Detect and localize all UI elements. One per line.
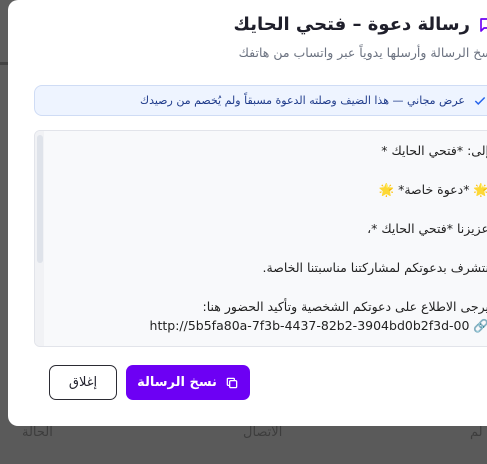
message-link[interactable]: http://5b5fa80a-7f3b-4437-82b2-3904bd0b2… — [49, 316, 487, 335]
message-scrollbar-thumb[interactable] — [37, 135, 43, 263]
close-button-label: إغلاق — [68, 375, 98, 390]
message-scrollbar[interactable] — [35, 131, 44, 346]
dialog-header: رسالة دعوة – فتحي الحايك — [233, 14, 487, 35]
message-line-recipient: إلى: *فتحي الحايك * — [381, 143, 487, 158]
message-preview[interactable]: إلى: *فتحي الحايك * 🌟 *دعوة خاصة* 🌟 عزيز… — [34, 130, 487, 347]
background-column-status: الحالة — [22, 425, 53, 440]
background-column-contact: الاتصال — [243, 425, 283, 440]
dialog-subtitle: نسخ الرسالة وأرسلها يدوياً عبر واتساب من… — [238, 45, 487, 60]
copy-icon — [226, 377, 238, 388]
link-icon: 🔗 — [473, 318, 487, 333]
message-line-heading: 🌟 *دعوة خاصة* 🌟 — [378, 182, 487, 197]
message-icon — [480, 17, 487, 32]
invite-url[interactable]: http://5b5fa80a-7f3b-4437-82b2-3904bd0b2… — [150, 318, 470, 333]
background-column-name: لم — [470, 425, 483, 440]
message-line-instructions: يرجى الاطلاع على دعوتكم الشخصية وتأكيد ا… — [202, 299, 487, 314]
free-view-notice: عرض مجاني — هذا الضيف وصلته الدعوة مسبقا… — [34, 85, 487, 116]
message-body: إلى: *فتحي الحايك * 🌟 *دعوة خاصة* 🌟 عزيز… — [49, 141, 487, 335]
copy-button-label: نسخ الرسالة — [137, 375, 217, 390]
message-line-greeting: عزيزنا *فتحي الحايك *، — [367, 221, 487, 236]
invitation-dialog: رسالة دعوة – فتحي الحايك نسخ الرسالة وأر… — [8, 0, 487, 426]
check-icon — [474, 96, 486, 105]
message-line-invite: نتشرف بدعوتكم لمشاركتنا مناسبتنا الخاصة. — [262, 260, 487, 275]
copy-message-button[interactable]: نسخ الرسالة — [126, 365, 250, 400]
notice-text: عرض مجاني — هذا الضيف وصلته الدعوة مسبقا… — [140, 94, 465, 107]
close-button[interactable]: إغلاق — [49, 365, 117, 400]
dialog-title: رسالة دعوة – فتحي الحايك — [233, 14, 470, 35]
